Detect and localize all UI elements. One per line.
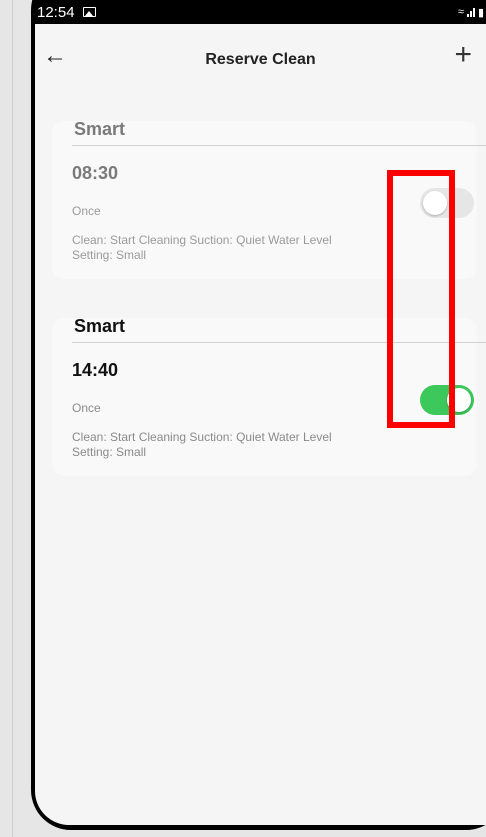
schedule-details: Clean: Start Cleaning Suction: Quiet Wat…: [72, 430, 332, 459]
schedule-time: 08:30: [72, 163, 119, 183]
divider: [12, 0, 13, 837]
battery-icon: ▮: [477, 6, 484, 19]
screen: 12:54 ≈ ▮ ← Reserve Clean + Smart 08:30 …: [35, 0, 486, 825]
schedule-frequency: Once: [72, 204, 101, 218]
page-title: Reserve Clean: [205, 51, 316, 68]
plus-icon[interactable]: +: [454, 40, 472, 70]
app-header: ← Reserve Clean +: [35, 24, 486, 94]
signal-icon: [466, 7, 475, 17]
schedule-frequency: Once: [72, 401, 101, 415]
left-margin: [0, 0, 31, 837]
schedule-time: 14:40: [72, 360, 119, 380]
divider: [72, 145, 486, 146]
highlight-box: [387, 170, 455, 428]
image-icon: [82, 7, 96, 17]
schedule-name: Smart: [74, 119, 126, 139]
wifi-icon: ≈: [457, 6, 464, 18]
schedule-name: Smart: [74, 316, 126, 336]
schedule-details: Clean: Start Cleaning Suction: Quiet Wat…: [72, 233, 332, 262]
status-bar: 12:54 ≈ ▮: [35, 0, 486, 24]
status-time: 12:54: [37, 3, 75, 21]
